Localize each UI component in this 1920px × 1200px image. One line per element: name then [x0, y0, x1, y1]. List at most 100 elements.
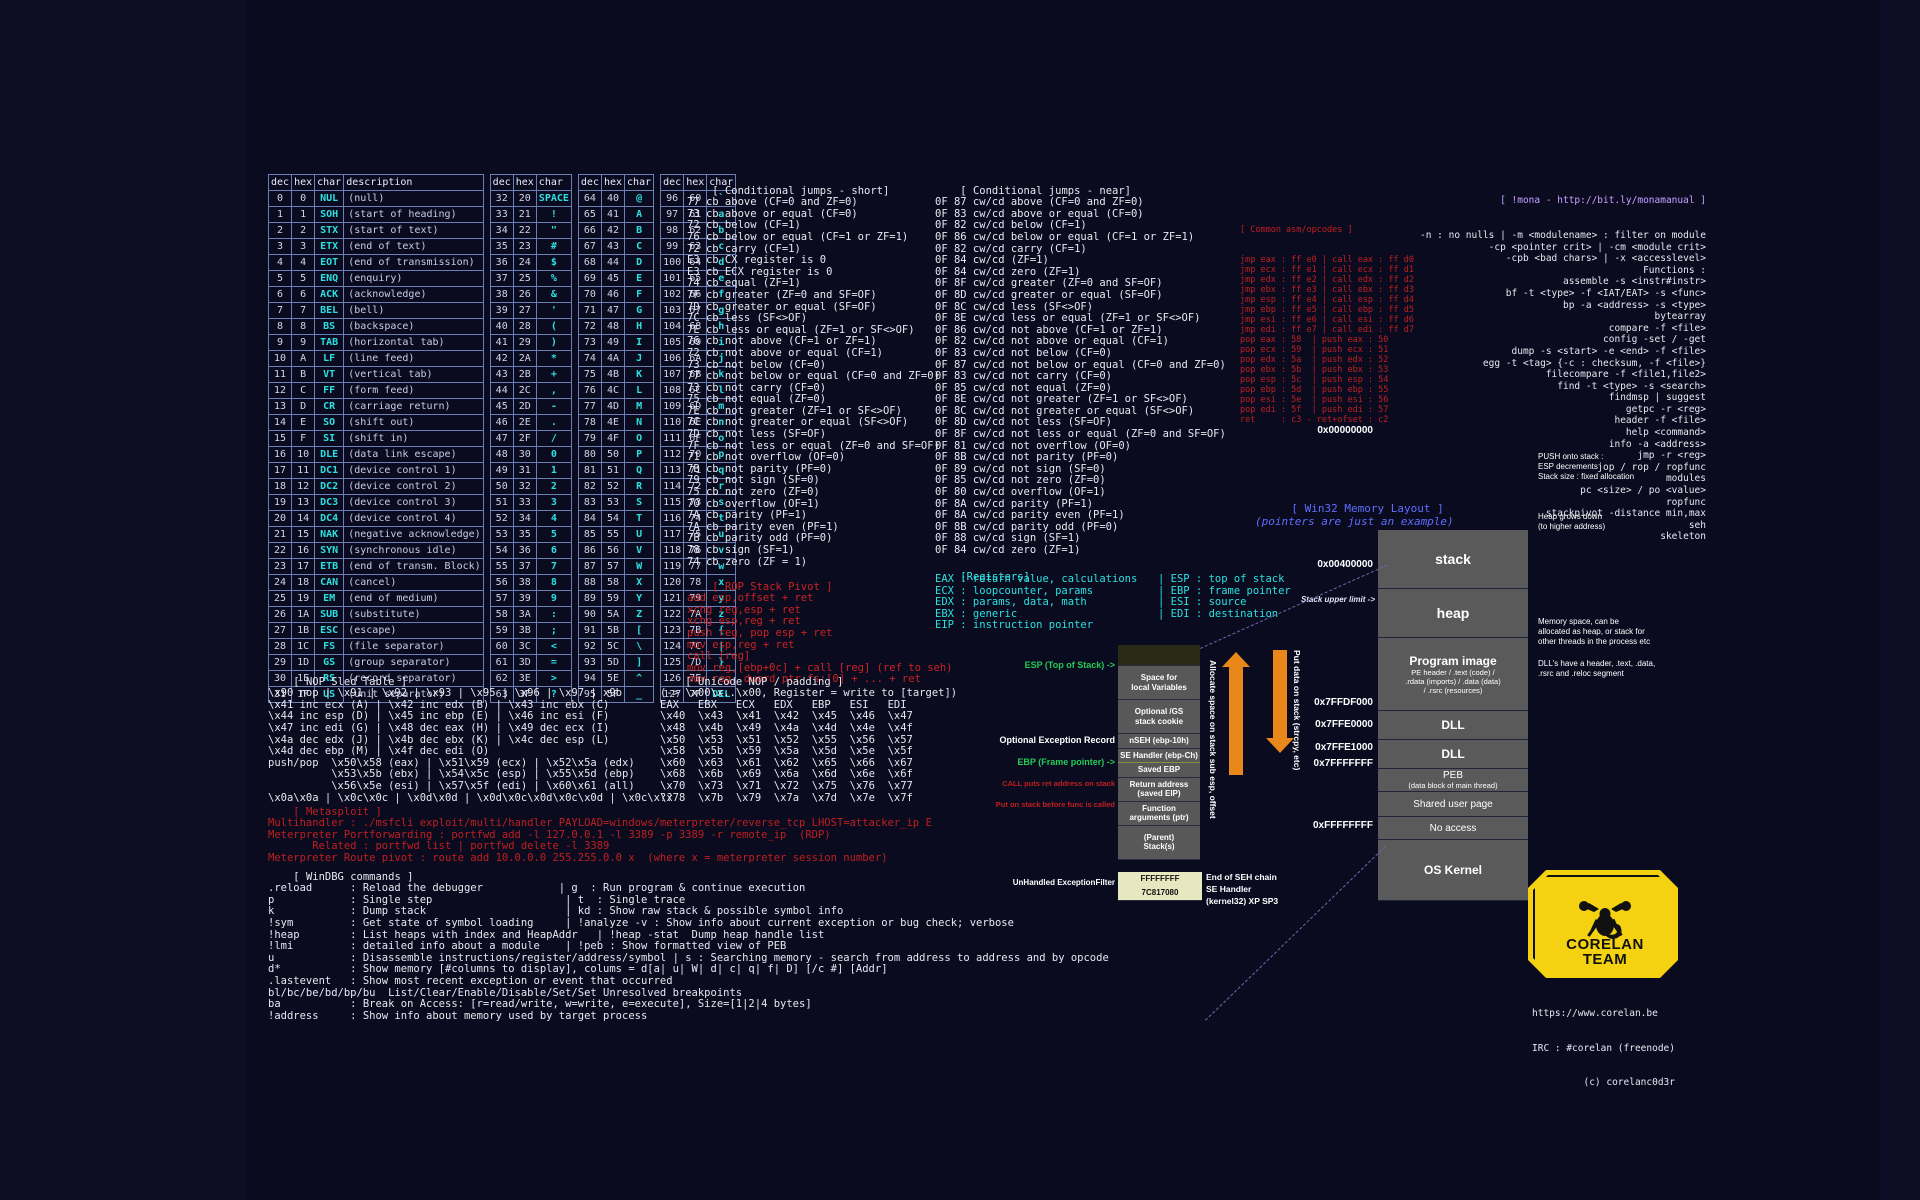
stack-block: Function arguments (ptr) — [1118, 801, 1200, 826]
ascii-row: 46 2E. — [489, 414, 572, 431]
ascii-cell-c: ETX — [314, 238, 345, 255]
ascii-cell-d: 121 — [660, 590, 685, 607]
ascii-cell-c: DC3 — [314, 494, 345, 511]
ascii-cell-h: 50 — [600, 446, 626, 463]
memory-block-label: PEB — [1442, 770, 1463, 781]
jumps-near-title: [ Conditional jumps - near] — [960, 184, 1131, 197]
ascii-cell-ds: (data link escape) — [343, 446, 484, 463]
ascii-row: 89 59 Y — [577, 590, 655, 607]
metasploit-body: Multihandler : ./msfcli exploit/multi/ha… — [268, 817, 932, 864]
ascii-cell-h: 16 — [291, 542, 316, 559]
ascii-row: 40 28( — [489, 318, 572, 335]
ascii-cell-d: 9 — [267, 334, 293, 351]
ascii-cell-d: 11 — [267, 366, 293, 383]
ascii-cell-h: 21 — [512, 206, 537, 223]
ascii-cell-d: 107 — [660, 366, 685, 383]
logo-name-line2: TEAM — [1582, 951, 1628, 968]
ascii-cell-d: 50 — [489, 478, 514, 495]
seh-chain-addr-1: FFFFFFFF — [1118, 872, 1202, 887]
text-line: pop ebp : 5d | push ebp : 55 — [1240, 385, 1389, 395]
ascii-cell-d: 64 — [577, 190, 602, 207]
ascii-cell-h: 5B — [600, 622, 626, 639]
rop-pivot-title: [ ROP Stack Pivot ] — [712, 580, 833, 593]
ascii-cell-ds: (carriage return) — [343, 398, 484, 415]
ascii-cell-c: STX — [314, 222, 345, 239]
unicode-nop-body: EAX EBX ECX EDX EBP ESI EDI \x40 \x43 \x… — [660, 698, 913, 804]
ascii-cell-d: 7 — [267, 302, 293, 319]
ascii-row: 84 54 T — [577, 510, 655, 527]
ascii-cell-h: 2B — [512, 366, 537, 383]
ascii-header-dec: dec — [489, 174, 514, 191]
ascii-cell-d: 102 — [660, 286, 685, 303]
ascii-row: 19 13 DC3 (device control 3) — [267, 494, 484, 511]
ascii-cell-d: 35 — [489, 238, 514, 255]
memory-address-label: 0x7FFFFFFF — [1313, 758, 1373, 769]
ascii-row: 75 4B K — [577, 366, 655, 383]
ascii-cell-c: DC4 — [314, 510, 345, 527]
ascii-cell-h: 11 — [291, 462, 316, 479]
memory-block-label: Shared user page — [1413, 798, 1493, 810]
ascii-cell-h: 1 — [291, 206, 316, 223]
ascii-cell-d: 34 — [489, 222, 514, 239]
memory-note: Heap grows down (to higher address) — [1538, 512, 1606, 531]
ascii-cell-h: 30 — [512, 446, 537, 463]
ascii-cell-h: 4D — [600, 398, 626, 415]
ascii-body-1: 0 0 NUL (null) 1 1 SOH (start of heading) 2 2 STX(… — [267, 190, 484, 703]
ascii-row: 82 52 R — [577, 478, 655, 495]
ascii-table-group-1: dec hex char description 0 0 NUL (null) 1 1 SO… — [267, 174, 484, 703]
ascii-cell-d: 76 — [577, 382, 602, 399]
ascii-cell-h: 42 — [600, 222, 626, 239]
ascii-cell-ds: (negative acknowledge) — [343, 526, 484, 543]
ascii-cell-d: 58 — [489, 606, 514, 623]
ascii-cell-c: CR — [314, 398, 345, 415]
ascii-cell-h: 28 — [512, 318, 537, 335]
ascii-cell-h: 31 — [512, 462, 537, 479]
ascii-cell-h: 23 — [512, 238, 537, 255]
ascii-cell-d: 84 — [577, 510, 602, 527]
memory-note: DLL's have a header, .text, .data, .rsrc… — [1538, 659, 1656, 678]
ascii-cell-d: 19 — [267, 494, 293, 511]
ascii-cell-c: 6 — [535, 542, 572, 559]
ascii-cell-d: 115 — [660, 494, 685, 511]
ascii-cell-h: 33 — [512, 494, 537, 511]
text-line: jmp ecx : ff e1 | call ecx : ff d1 — [1240, 265, 1414, 275]
ascii-table: dec hex char description 0 0 NUL (null) 1 1 SO… — [267, 174, 742, 703]
ascii-row: 14 E SO (shift out) — [267, 414, 484, 431]
ascii-cell-c: EOT — [314, 254, 345, 271]
ascii-cell-h: 19 — [291, 590, 316, 607]
ascii-cell-c: DLE — [314, 446, 345, 463]
text-line: config -set / -get — [1603, 334, 1706, 346]
ascii-row: 88 58 X — [577, 574, 655, 591]
ascii-cell-h: 4F — [600, 430, 626, 447]
ascii-cell-d: 42 — [489, 350, 514, 367]
ascii-cell-d: 111 — [660, 430, 685, 447]
memory-address-label: 0x7FFDF000 — [1314, 697, 1373, 708]
ascii-cell-h: A — [291, 350, 316, 367]
ascii-cell-c: J — [624, 350, 655, 367]
seh-chain-line-3: (kernel32) XP SP3 — [1206, 896, 1279, 906]
ascii-cell-h: 4E — [600, 414, 626, 431]
text-line: find -t <type> -s <search> — [1557, 380, 1706, 392]
ascii-header-description: description — [343, 174, 484, 191]
ascii-header-dec: dec — [660, 174, 685, 191]
ascii-cell-d: 39 — [489, 302, 514, 319]
ascii-cell-d: 41 — [489, 334, 514, 351]
ascii-cell-h: 45 — [600, 270, 626, 287]
ascii-cell-h: 17 — [291, 558, 316, 575]
corelan-website[interactable]: https://www.corelan.be — [1532, 1008, 1675, 1020]
ascii-cell-h: 5 — [291, 270, 316, 287]
ascii-cell-d: 45 — [489, 398, 514, 415]
ascii-cell-d: 122 — [660, 606, 685, 623]
ascii-cell-d: 21 — [267, 526, 293, 543]
memory-block-label: DLL — [1441, 747, 1465, 761]
text-line: compare -f <file> — [1608, 322, 1706, 334]
ascii-row: 80 50 P — [577, 446, 655, 463]
logo-name-line1: CORELAN — [1566, 936, 1644, 953]
jumps-short-title: [ Conditional jumps - short] — [712, 184, 890, 197]
stack-block: Saved EBP — [1118, 763, 1200, 778]
ascii-cell-h: 13 — [291, 494, 316, 511]
ascii-cell-d: 66 — [577, 222, 602, 239]
ascii-table-group-2: dec hex char 32 20 SPACE 33 21! 34 22 " 35 23 #36 2… — [489, 174, 572, 703]
ascii-cell-c: NAK — [314, 526, 345, 543]
ascii-cell-h: D — [291, 398, 316, 415]
